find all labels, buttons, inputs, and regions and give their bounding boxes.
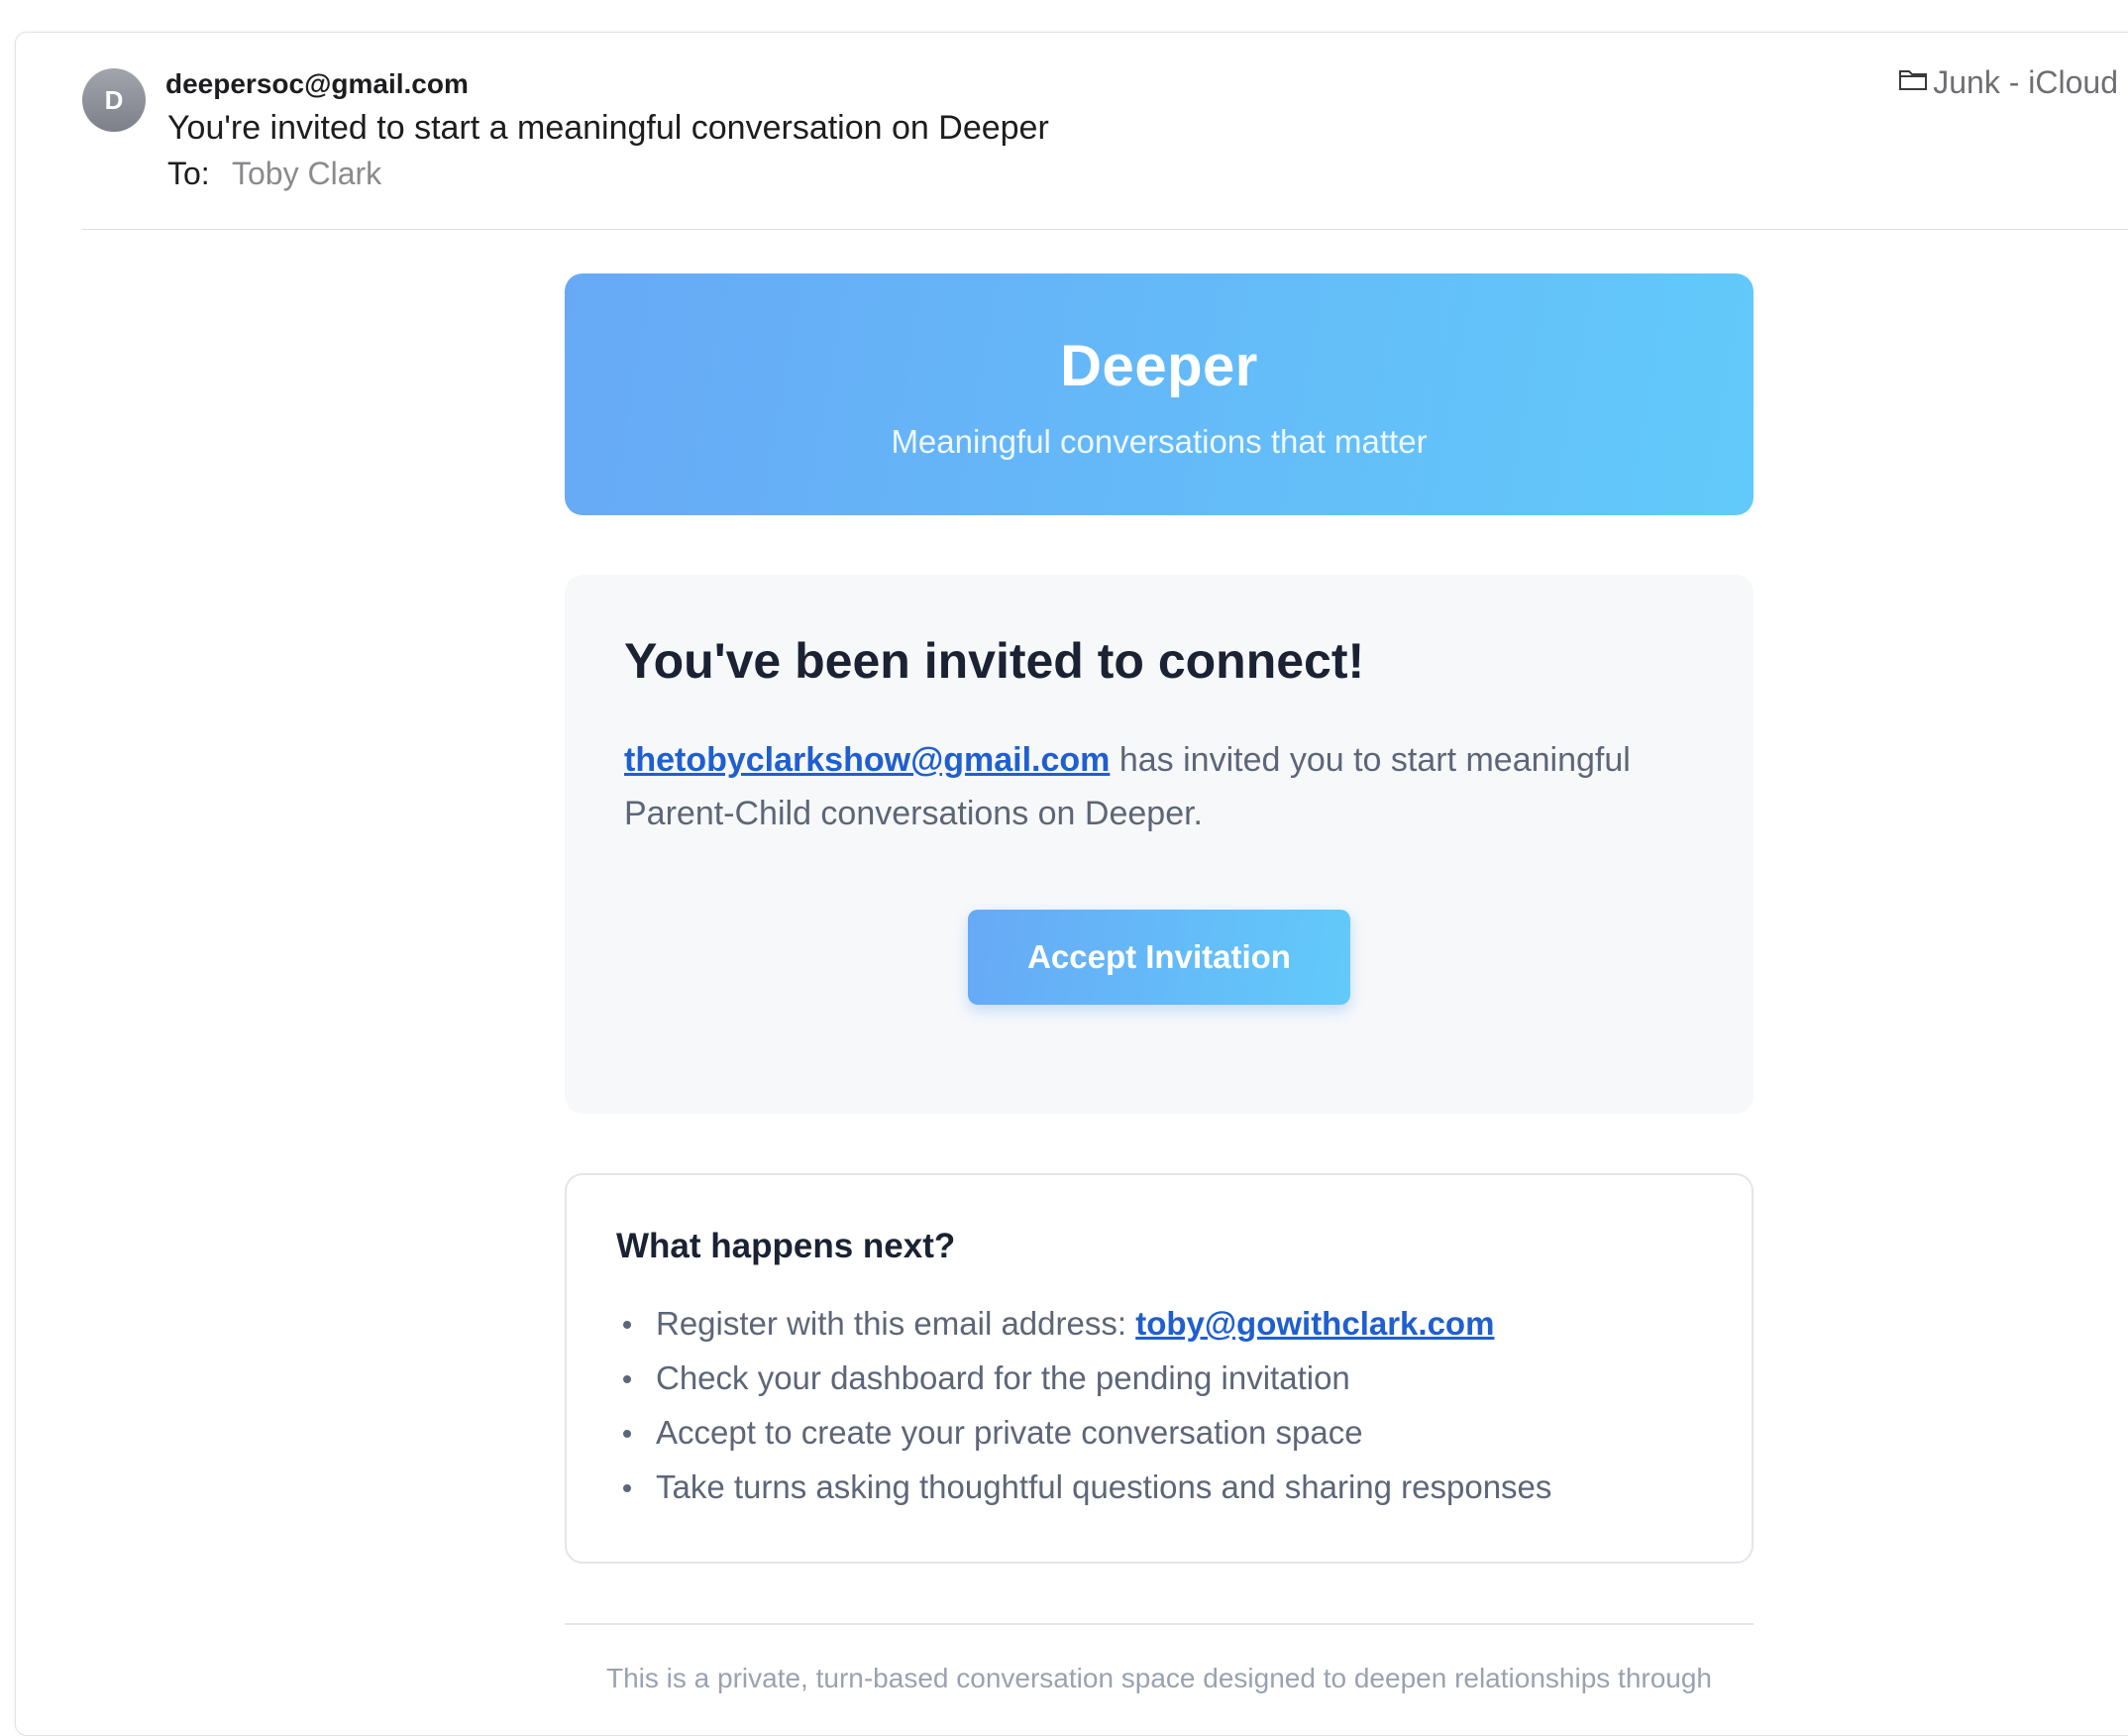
invite-heading: You've been invited to connect!: [624, 633, 1365, 689]
invite-message: thetobyclarkshow@gmail.com has invited y…: [624, 733, 1694, 840]
list-item: Take turns asking thoughtful questions a…: [616, 1460, 1702, 1514]
avatar-initial: D: [104, 84, 124, 115]
folder-label: Junk - iCloud: [1933, 64, 2118, 100]
next-steps-heading: What happens next?: [616, 1227, 956, 1265]
sender-avatar: D: [82, 68, 146, 132]
email-body: Deeper Meaningful conversations that mat…: [565, 273, 1754, 1694]
mailbox-folder[interactable]: Junk - iCloud: [1897, 64, 2118, 101]
invite-card: You've been invited to connect! thetobyc…: [565, 575, 1754, 1114]
list-item: Register with this email address: toby@g…: [616, 1296, 1702, 1351]
brand-title: Deeper: [1060, 334, 1258, 398]
next-steps-list: Register with this email address: toby@g…: [616, 1296, 1702, 1514]
header-divider: [82, 229, 2128, 230]
register-text: Register with this email address:: [656, 1305, 1136, 1342]
next-steps-card: What happens next? Register with this em…: [565, 1173, 1754, 1564]
recipient-row: To: Toby Clark: [167, 156, 381, 192]
list-item: Accept to create your private conversati…: [616, 1405, 1702, 1460]
brand-banner: Deeper Meaningful conversations that mat…: [565, 273, 1754, 515]
sender-address[interactable]: deepersoc@gmail.com: [165, 68, 469, 100]
brand-tagline: Meaningful conversations that matter: [891, 423, 1428, 460]
accept-invitation-button[interactable]: Accept Invitation: [968, 910, 1350, 1005]
footer-divider: [565, 1623, 1754, 1625]
inviter-email-link[interactable]: thetobyclarkshow@gmail.com: [624, 741, 1110, 779]
folder-icon: [1897, 64, 1933, 101]
email-subject: You're invited to start a meaningful con…: [167, 109, 1049, 147]
recipient-name[interactable]: Toby Clark: [232, 156, 381, 191]
footer-text: This is a private, turn-based conversati…: [605, 1663, 1713, 1693]
register-email-link[interactable]: toby@gowithclark.com: [1135, 1305, 1494, 1342]
to-label: To:: [167, 156, 210, 191]
list-item: Check your dashboard for the pending inv…: [616, 1351, 1702, 1405]
